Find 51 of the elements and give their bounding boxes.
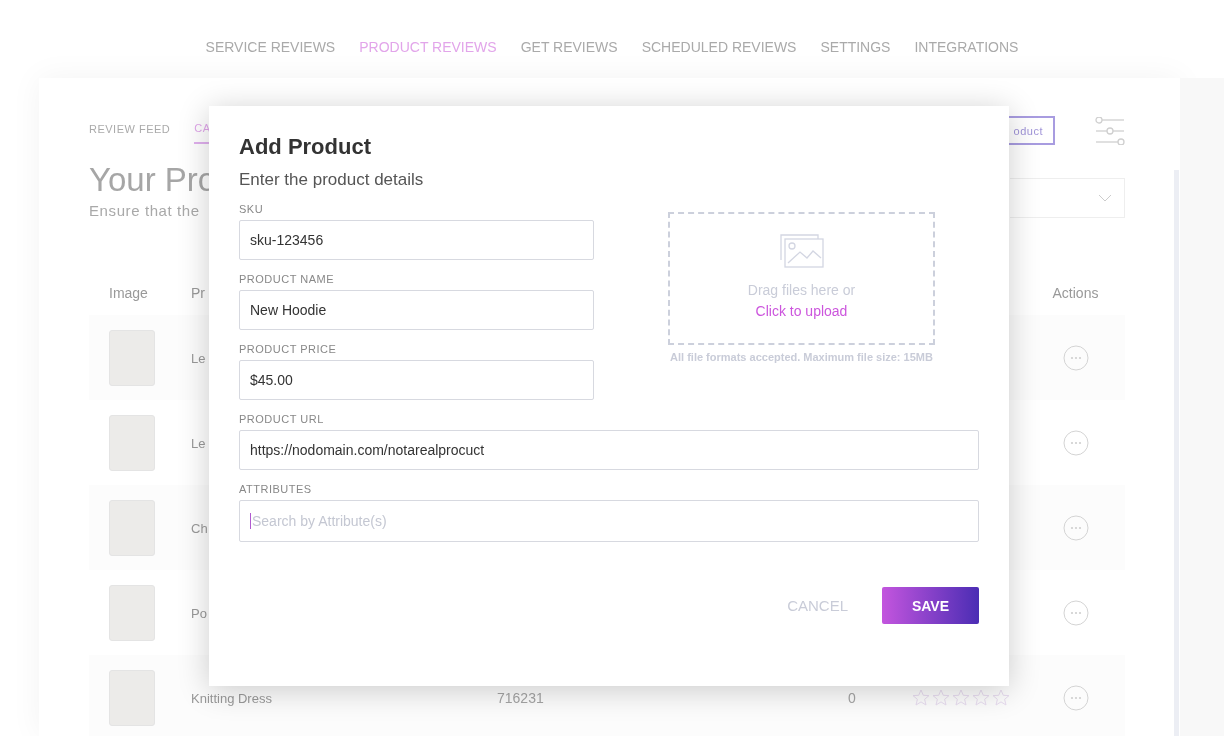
input-field[interactable]: Search by Attribute(s) bbox=[239, 500, 979, 542]
more-icon[interactable] bbox=[1062, 429, 1089, 456]
dialog-title: Add Product bbox=[239, 134, 372, 160]
field-label: ATTRIBUTES bbox=[239, 483, 313, 495]
image-icon bbox=[779, 234, 824, 268]
field-label: PRODUCT PRICE bbox=[239, 343, 338, 355]
chevron-down-icon bbox=[1098, 194, 1112, 202]
product-name: Po bbox=[191, 605, 207, 621]
sub-tab[interactable]: REVIEW FEED bbox=[89, 122, 171, 144]
photo-placeholder bbox=[109, 669, 155, 726]
input-field[interactable]: https://nodomain.com/notarealprocuct bbox=[239, 430, 979, 470]
star-icon bbox=[912, 689, 930, 706]
field-label: SKU bbox=[239, 203, 265, 215]
more-icon[interactable] bbox=[1062, 599, 1089, 626]
save-button[interactable]: SAVE bbox=[882, 587, 979, 624]
product-name: Knitting Dress bbox=[191, 690, 272, 706]
product-name: Le bbox=[191, 350, 206, 366]
star-icon bbox=[952, 689, 970, 706]
product-name: Ch bbox=[191, 520, 208, 536]
star-icon bbox=[992, 689, 1010, 706]
field-label: PRODUCT URL bbox=[239, 413, 325, 425]
dropdown[interactable] bbox=[1010, 178, 1125, 218]
column-header: Actions bbox=[1052, 284, 1099, 301]
more-icon[interactable] bbox=[1062, 684, 1089, 711]
upload-link[interactable]: Click to upload bbox=[755, 303, 848, 319]
input-field[interactable]: New Hoodie bbox=[239, 290, 594, 330]
input-field[interactable]: $45.00 bbox=[239, 360, 594, 400]
column-header: Pr bbox=[191, 284, 205, 301]
photo-placeholder bbox=[109, 329, 155, 386]
nav-tab[interactable]: SCHEDULED REVIEWS bbox=[641, 38, 797, 56]
nav-tab[interactable]: SERVICE REVIEWS bbox=[205, 38, 336, 56]
nav-tab[interactable]: PRODUCT REVIEWS bbox=[359, 38, 497, 56]
field-label: PRODUCT NAME bbox=[239, 273, 336, 285]
filter-icon[interactable] bbox=[1095, 116, 1125, 145]
photo-placeholder bbox=[109, 414, 155, 471]
review-count: 0 bbox=[848, 689, 856, 706]
more-icon[interactable] bbox=[1062, 344, 1089, 371]
star-icon bbox=[972, 689, 990, 706]
nav-tab[interactable]: INTEGRATIONS bbox=[914, 38, 1019, 56]
photo-placeholder bbox=[109, 499, 155, 556]
photo-placeholder bbox=[109, 584, 155, 641]
page-subtitle: Ensure that the bbox=[89, 202, 201, 219]
product-name: Le bbox=[191, 435, 206, 451]
dialog-subtitle: Enter the product details bbox=[239, 170, 425, 190]
star-icon bbox=[932, 689, 950, 706]
nav-tab[interactable]: GET REVIEWS bbox=[520, 38, 618, 56]
column-header: Image bbox=[108, 284, 148, 301]
nav-tab[interactable]: SETTINGS bbox=[820, 38, 891, 56]
more-icon[interactable] bbox=[1062, 514, 1089, 541]
sku-cell: 716231 bbox=[497, 689, 544, 706]
input-field[interactable]: sku-123456 bbox=[239, 220, 594, 260]
